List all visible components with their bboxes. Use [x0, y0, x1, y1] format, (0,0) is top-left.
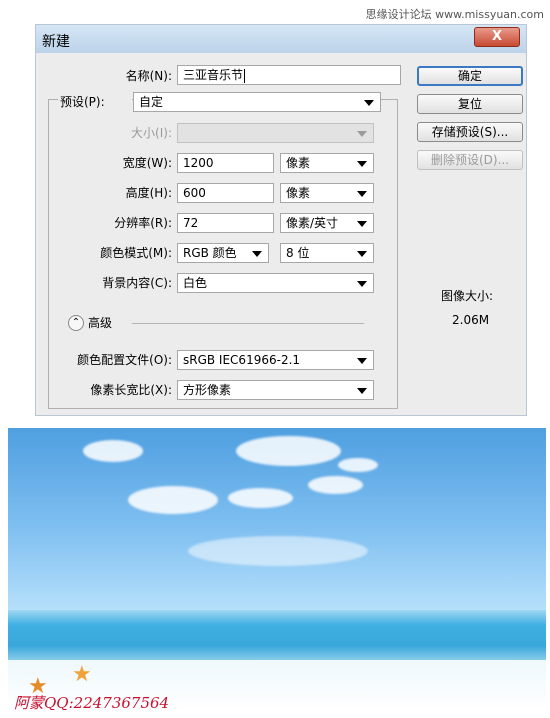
preset-value: 自定 — [139, 95, 164, 109]
chevron-down-icon — [357, 358, 367, 364]
pixel-aspect-label: 像素长宽比(X): — [90, 383, 172, 397]
size-label: 大小(I): — [131, 126, 172, 140]
resolution-label: 分辨率(R): — [114, 216, 172, 230]
chevron-down-icon — [357, 191, 367, 197]
height-label: 高度(H): — [125, 186, 172, 200]
chevron-down-icon — [357, 251, 367, 257]
dialog-title: 新建 — [42, 34, 70, 50]
color-profile-dropdown[interactable]: sRGB IEC61966-2.1 — [177, 350, 374, 370]
cloud — [228, 488, 293, 508]
beach-image: ★ ★ 阿蒙QQ:2247367564 — [8, 428, 546, 710]
cloud — [236, 436, 341, 466]
cloud — [338, 458, 378, 472]
bit-depth-dropdown[interactable]: 8 位 — [280, 243, 374, 263]
height-input[interactable]: 600 — [177, 183, 274, 203]
chevron-down-icon — [357, 131, 367, 137]
cloud — [128, 486, 218, 514]
qq-watermark: 阿蒙QQ:2247367564 — [14, 694, 170, 710]
delete-preset-button[interactable]: 删除预设(D)... — [417, 150, 523, 170]
ok-button[interactable]: 确定 — [417, 66, 523, 86]
image-size-label: 图像大小: — [441, 289, 494, 303]
close-button[interactable]: X — [474, 27, 520, 47]
background-label: 背景内容(C): — [102, 276, 172, 290]
advanced-label: 高级 — [88, 316, 113, 330]
width-label: 宽度(W): — [122, 156, 172, 170]
cloud — [308, 476, 363, 494]
watermark-text: 思缘设计论坛 www.missyuan.com — [365, 8, 544, 21]
cloud — [188, 536, 368, 566]
chevron-down-icon — [357, 388, 367, 394]
starfish-icon: ★ — [72, 662, 92, 687]
height-unit: 像素 — [286, 186, 311, 200]
width-input[interactable]: 1200 — [177, 153, 274, 173]
reset-button[interactable]: 复位 — [417, 94, 523, 114]
cloud — [83, 440, 143, 462]
preset-dropdown[interactable]: 自定 — [133, 92, 381, 112]
color-profile-label: 颜色配置文件(O): — [77, 353, 172, 367]
resolution-input[interactable]: 72 — [177, 213, 274, 233]
color-mode-dropdown[interactable]: RGB 颜色 — [177, 243, 269, 263]
pixel-aspect-dropdown[interactable]: 方形像素 — [177, 380, 374, 400]
chevron-down-icon — [357, 221, 367, 227]
name-value: 三亚音乐节 — [183, 68, 244, 82]
resolution-unit-dropdown[interactable]: 像素/英寸 — [280, 213, 374, 233]
preset-label: 预设(P): — [58, 91, 132, 113]
color-profile-value: sRGB IEC61966-2.1 — [183, 353, 301, 367]
save-preset-button[interactable]: 存储预设(S)... — [417, 122, 523, 142]
resolution-unit: 像素/英寸 — [286, 216, 339, 230]
background-value: 白色 — [183, 276, 208, 290]
pixel-aspect-value: 方形像素 — [183, 383, 232, 397]
image-size-value: 2.06M — [452, 313, 490, 327]
width-unit-dropdown[interactable]: 像素 — [280, 153, 374, 173]
chevron-down-icon — [364, 100, 374, 106]
name-input[interactable]: 三亚音乐节 — [177, 65, 401, 85]
height-unit-dropdown[interactable]: 像素 — [280, 183, 374, 203]
chevron-down-icon — [357, 281, 367, 287]
collapse-icon[interactable]: ⌃ — [68, 315, 84, 331]
name-label: 名称(N): — [125, 69, 172, 83]
background-dropdown[interactable]: 白色 — [177, 273, 374, 293]
bit-depth-value: 8 位 — [286, 246, 310, 260]
color-mode-label: 颜色模式(M): — [100, 246, 172, 260]
advanced-divider — [132, 323, 364, 324]
chevron-down-icon — [357, 161, 367, 167]
chevron-down-icon — [252, 251, 262, 257]
size-dropdown[interactable] — [177, 123, 374, 143]
text-caret — [244, 68, 246, 83]
width-unit: 像素 — [286, 156, 311, 170]
color-mode-value: RGB 颜色 — [183, 246, 237, 260]
new-document-dialog: 新建 X 名称(N): 三亚音乐节 预设(P): 自定 大小(I): 宽度(W)… — [35, 24, 527, 416]
title-bar: 新建 X — [36, 25, 526, 53]
